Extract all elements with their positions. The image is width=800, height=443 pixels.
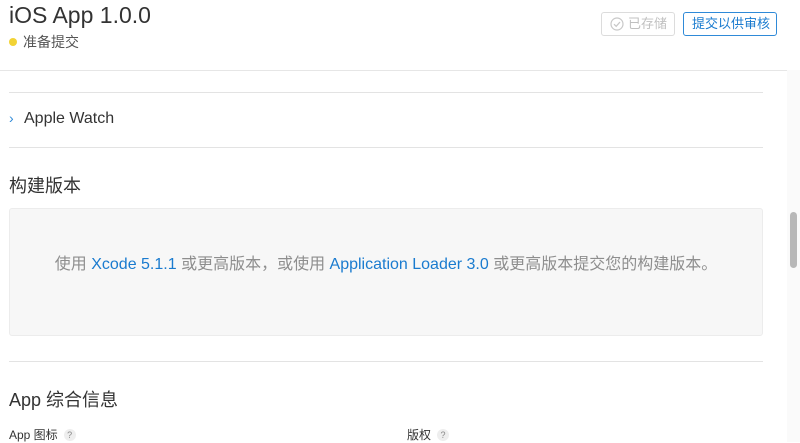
copyright-label-text: 版权	[407, 428, 432, 442]
check-circle-icon	[610, 17, 624, 31]
chevron-right-icon: ›	[9, 110, 14, 126]
vertical-scrollbar[interactable]	[787, 70, 800, 442]
status-dot-icon	[9, 38, 17, 46]
build-text-suffix: 或更高版本提交您的构建版本。	[488, 256, 718, 273]
status-indicator: 准备提交	[9, 32, 79, 52]
build-text-middle: 或更高版本，或使用	[176, 256, 330, 273]
xcode-link[interactable]: Xcode 5.1.1	[91, 256, 176, 273]
page-title: iOS App 1.0.0	[9, 2, 151, 28]
status-text: 准备提交	[23, 34, 79, 50]
divider	[9, 147, 763, 148]
app-icon-label-text: App 图标	[9, 428, 58, 442]
help-icon[interactable]: ?	[437, 429, 450, 441]
help-icon[interactable]: ?	[63, 429, 76, 441]
copyright-field-label: 版权?	[407, 426, 450, 443]
scrollbar-thumb[interactable]	[790, 212, 797, 268]
divider	[9, 361, 763, 362]
build-instructions: 使用 Xcode 5.1.1 或更高版本，或使用 Application Loa…	[40, 252, 732, 277]
application-loader-link[interactable]: Application Loader 3.0	[330, 256, 489, 273]
divider	[9, 92, 763, 93]
saved-button-label: 已存储	[628, 16, 668, 31]
apple-watch-label: Apple Watch	[24, 110, 115, 127]
app-icon-field-label: App 图标?	[9, 426, 76, 443]
build-text-prefix: 使用	[54, 256, 92, 273]
general-info-title: App 综合信息	[9, 390, 119, 410]
build-section-title: 构建版本	[9, 176, 81, 196]
saved-button[interactable]: 已存储	[601, 12, 675, 36]
apple-watch-section-toggle[interactable]: › Apple Watch	[9, 110, 114, 132]
build-placeholder-box: 使用 Xcode 5.1.1 或更高版本，或使用 Application Loa…	[9, 208, 763, 336]
submit-for-review-button[interactable]: 提交以供审核	[683, 12, 777, 36]
app-header: iOS App 1.0.0 准备提交 已存储 提交以供审核	[0, 0, 800, 71]
